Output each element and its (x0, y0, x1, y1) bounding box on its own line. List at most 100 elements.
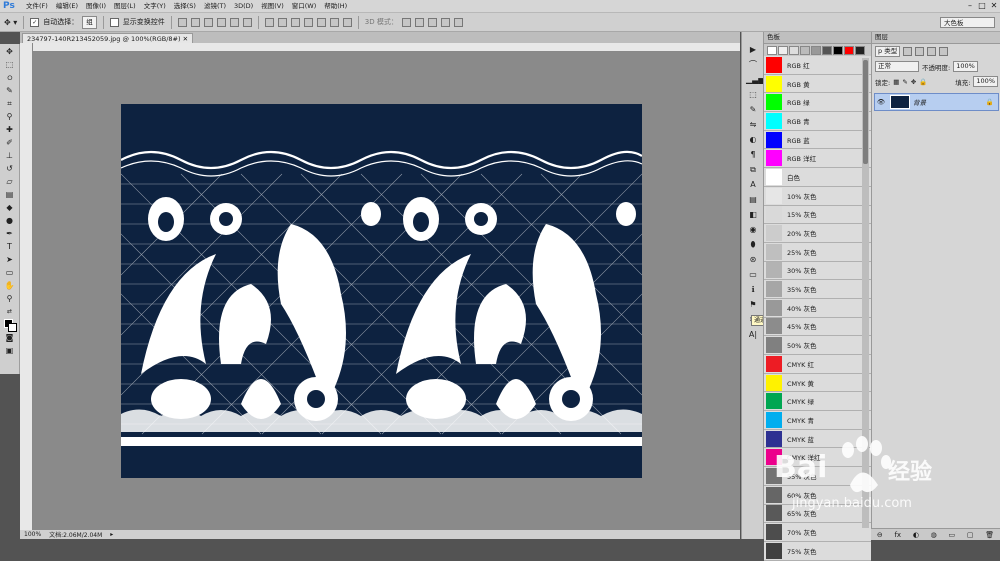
marquee-tool-icon[interactable]: ⬚ (3, 59, 16, 70)
filter-adjust-icon[interactable] (915, 47, 925, 56)
swatch-row[interactable]: RGB 黄 (764, 74, 871, 94)
lock-all-icon[interactable]: 🔒 (919, 78, 927, 86)
distribute-bottom-icon[interactable] (290, 17, 300, 27)
histogram-icon[interactable]: ▁▃▅ (746, 74, 764, 86)
character-icon[interactable]: A (746, 179, 760, 191)
swatch-chip[interactable] (766, 112, 782, 129)
minimize-button[interactable]: – (964, 0, 976, 12)
swap-colors-icon[interactable]: ⇄ (3, 306, 16, 317)
swatch-chip[interactable] (766, 355, 782, 372)
menu-item[interactable]: 文件(F) (22, 0, 52, 12)
paragraph-icon[interactable]: ¶ (746, 149, 760, 161)
move-tool-icon[interactable]: ✥ (3, 46, 16, 57)
slide-3d-icon[interactable] (440, 17, 450, 27)
swatch-row[interactable]: CMYK 黄 (764, 373, 871, 393)
screen-mode-icon[interactable]: ▣ (3, 345, 16, 356)
distribute-right-icon[interactable] (329, 17, 339, 27)
dodge-tool-icon[interactable]: ● (3, 215, 16, 226)
filter-type-icon[interactable] (927, 47, 937, 56)
align-hcenter-icon[interactable] (229, 17, 239, 27)
swatch-row[interactable]: CMYK 红 (764, 355, 871, 374)
recent-swatch[interactable] (800, 45, 810, 55)
filter-shape-icon[interactable] (939, 47, 949, 56)
swatch-chip[interactable] (766, 542, 782, 559)
color-swatches-icon[interactable] (3, 319, 17, 332)
clone-source-icon[interactable]: ⧉ (746, 164, 760, 176)
new-layer-icon[interactable]: ▢ (967, 531, 974, 539)
align-bottom-icon[interactable] (203, 17, 213, 27)
layer-row[interactable]: 👁 背景 🔒 (874, 93, 999, 111)
swatch-row[interactable]: 40% 灰色 (764, 298, 871, 318)
swatches-title[interactable]: 色板 (764, 32, 871, 44)
swatch-chip[interactable] (766, 411, 782, 428)
recent-swatch[interactable] (811, 45, 821, 55)
lace-image[interactable] (121, 104, 642, 478)
swatch-chip[interactable] (766, 337, 782, 354)
show-transform-checkbox[interactable] (109, 17, 119, 27)
layer-comps-icon[interactable]: ◧ (746, 209, 760, 221)
curves-icon[interactable]: ⌒ (746, 59, 760, 71)
horizontal-ruler[interactable] (32, 43, 740, 52)
menu-item[interactable]: 窗口(W) (288, 0, 321, 12)
path-select-tool-icon[interactable]: ➤ (3, 254, 16, 265)
menu-item[interactable]: 选择(S) (170, 0, 200, 12)
menu-item[interactable]: 3D(D) (230, 0, 257, 12)
notes-icon[interactable]: ▤ (746, 194, 760, 206)
menu-item[interactable]: 图像(I) (82, 0, 110, 12)
eraser-tool-icon[interactable]: ▱ (3, 176, 16, 187)
opacity-input[interactable]: 100% (953, 61, 978, 72)
close-button[interactable]: ✕ (988, 0, 1000, 12)
quick-mask-icon[interactable]: ◙ (3, 332, 16, 343)
auto-select-checkbox[interactable]: ✓ (30, 17, 40, 27)
visibility-eye-icon[interactable]: 👁 (875, 98, 887, 106)
swatch-row[interactable]: 75% 灰色 (764, 541, 871, 561)
menu-item[interactable]: 编辑(E) (52, 0, 82, 12)
filter-pixel-icon[interactable] (903, 47, 913, 56)
history-brush-icon[interactable]: ↺ (3, 163, 16, 174)
play-icon[interactable]: ▶ (746, 44, 760, 56)
stamp-tool-icon[interactable]: ⊥ (3, 150, 16, 161)
swatch-row[interactable]: CMYK 青 (764, 411, 871, 430)
swatch-row[interactable]: RGB 青 (764, 112, 871, 131)
drag-3d-icon[interactable] (427, 17, 437, 27)
character-styles-icon[interactable]: A| (746, 329, 760, 341)
distribute-left-icon[interactable] (303, 17, 313, 27)
channels-icon[interactable]: ⊛ (746, 254, 760, 266)
group-icon[interactable]: ▭ (949, 531, 956, 539)
swatch-chip[interactable] (766, 94, 782, 111)
rotate-3d-icon[interactable] (401, 17, 411, 27)
align-vcenter-icon[interactable] (190, 17, 200, 27)
swatch-row[interactable]: CMYK 绿 (764, 392, 871, 412)
paths-icon[interactable]: ⬮ (746, 239, 760, 251)
swatch-chip[interactable] (766, 168, 782, 185)
swatches-scroll-thumb[interactable] (863, 60, 868, 164)
swatch-row[interactable]: 白色 (764, 168, 871, 187)
hand-tool-icon[interactable]: ✋ (3, 280, 16, 291)
swatch-chip[interactable] (766, 187, 782, 204)
auto-align-icon[interactable] (342, 17, 352, 27)
swatch-chip[interactable] (766, 243, 782, 260)
distribute-hcenter-icon[interactable] (316, 17, 326, 27)
lasso-tool-icon[interactable]: ഠ (3, 72, 16, 83)
distribute-top-icon[interactable] (264, 17, 274, 27)
swatch-row[interactable]: 15% 灰色 (764, 205, 871, 225)
swatch-chip[interactable] (766, 75, 782, 92)
move-tool-preset-icon[interactable]: ✥ ▾ (4, 17, 17, 28)
recent-swatch[interactable] (822, 45, 832, 55)
close-icon[interactable]: ✕ (183, 35, 188, 43)
align-top-icon[interactable] (177, 17, 187, 27)
adjustments-icon[interactable]: ⇋ (746, 119, 760, 131)
vertical-ruler[interactable] (20, 43, 33, 530)
swatch-row[interactable]: 20% 灰色 (764, 224, 871, 243)
lock-position-icon[interactable]: ✥ (911, 78, 916, 86)
menu-item[interactable]: 帮助(H) (320, 0, 351, 12)
styles-icon[interactable]: ◐ (746, 134, 760, 146)
maximize-button[interactable]: □ (976, 0, 988, 12)
lock-pixels-icon[interactable]: ▦ (893, 78, 899, 86)
recent-swatch[interactable] (778, 45, 788, 55)
healing-tool-icon[interactable]: ✚ (3, 124, 16, 135)
pen-tool-icon[interactable]: ✒ (3, 228, 16, 239)
tool-presets-icon[interactable]: ▭ (746, 269, 760, 281)
swatch-row[interactable]: 25% 灰色 (764, 242, 871, 262)
swatch-row[interactable]: 10% 灰色 (764, 186, 871, 206)
